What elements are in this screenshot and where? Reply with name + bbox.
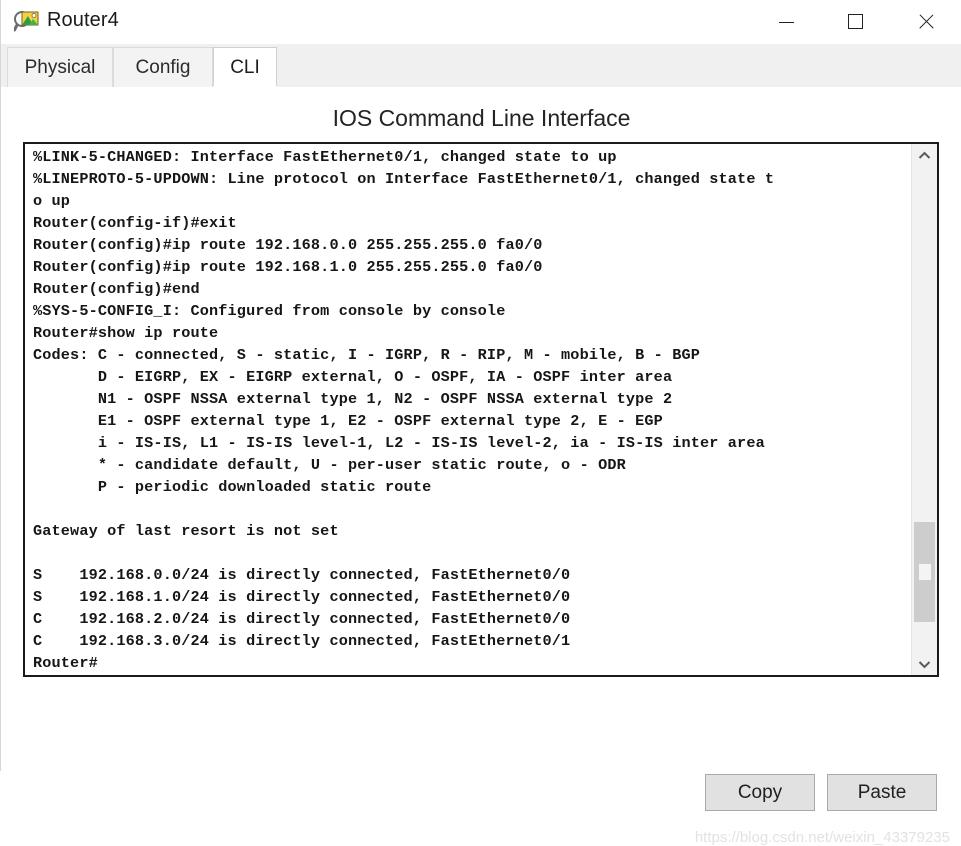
terminal-line: Router# [33, 654, 98, 672]
paste-button[interactable]: Paste [827, 774, 937, 811]
window-title: Router4 [47, 9, 119, 31]
terminal-line: i - IS-IS, L1 - IS-IS level-1, L2 - IS-I… [33, 434, 765, 452]
terminal-line: D - EIGRP, EX - EIGRP external, O - OSPF… [33, 368, 673, 386]
terminal-line: S 192.168.0.0/24 is directly connected, … [33, 566, 571, 584]
active-tab-underlay [213, 86, 277, 88]
terminal-line: C 192.168.3.0/24 is directly connected, … [33, 632, 571, 650]
terminal-line: Router#show ip route [33, 324, 219, 342]
cli-panel: IOS Command Line Interface %LINK-5-CHANG… [1, 87, 961, 846]
copy-button[interactable]: Copy [705, 774, 815, 811]
terminal-frame[interactable]: %LINK-5-CHANGED: Interface FastEthernet0… [23, 142, 939, 677]
title-bar: Router4 [1, 0, 961, 45]
terminal-line: %SYS-5-CONFIG_I: Configured from console… [33, 302, 506, 320]
scroll-down-icon[interactable] [912, 653, 937, 675]
terminal-line: S 192.168.1.0/24 is directly connected, … [33, 588, 571, 606]
close-icon [918, 14, 934, 30]
terminal-line: Router(config-if)#exit [33, 214, 237, 232]
router-cli-window: Router4 Physical Config CLI IOS Command … [0, 0, 961, 846]
terminal-line: * - candidate default, U - per-user stat… [33, 456, 626, 474]
maximize-icon [848, 14, 863, 29]
page-title: IOS Command Line Interface [332, 105, 631, 131]
terminal-line: Gateway of last resort is not set [33, 522, 339, 540]
tab-cli-label: CLI [230, 56, 260, 78]
maximize-button[interactable] [822, 0, 889, 43]
terminal-line: %LINEPROTO-5-UPDOWN: Line protocol on In… [33, 170, 775, 188]
scroll-up-icon[interactable] [912, 144, 937, 166]
router-device-icon [13, 10, 40, 34]
terminal-line: P - periodic downloaded static route [33, 478, 432, 496]
copy-button-label: Copy [737, 781, 783, 803]
paste-button-label: Paste [857, 781, 907, 803]
tab-config-label: Config [135, 56, 191, 78]
minimize-icon [779, 22, 794, 23]
terminal-line: o up [33, 192, 71, 210]
tab-physical-label: Physical [24, 56, 96, 78]
terminal-line: Router(config)#ip route 192.168.1.0 255.… [33, 258, 543, 276]
terminal-line: E1 - OSPF external type 1, E2 - OSPF ext… [33, 412, 663, 430]
minimize-button[interactable] [753, 0, 820, 43]
terminal-line: Codes: C - connected, S - static, I - IG… [33, 346, 701, 364]
tab-physical[interactable]: Physical [7, 47, 113, 87]
terminal-line: Router(config)#end [33, 280, 200, 298]
terminal-line: N1 - OSPF NSSA external type 1, N2 - OSP… [33, 390, 673, 408]
terminal-line: C 192.168.2.0/24 is directly connected, … [33, 610, 571, 628]
terminal-line: Router(config)#ip route 192.168.0.0 255.… [33, 236, 543, 254]
tab-cli[interactable]: CLI [213, 47, 277, 87]
watermark: https://blog.csdn.net/weixin_43379235 [694, 829, 950, 846]
terminal-output[interactable]: %LINK-5-CHANGED: Interface FastEthernet0… [33, 146, 913, 674]
tab-config[interactable]: Config [113, 47, 213, 87]
close-button[interactable] [892, 0, 959, 43]
scrollbar-thumb[interactable] [914, 522, 935, 622]
terminal-scrollbar[interactable] [911, 144, 937, 675]
terminal-line: %LINK-5-CHANGED: Interface FastEthernet0… [33, 148, 617, 166]
scrollbar-grip [919, 564, 931, 580]
tab-strip: Physical Config CLI [1, 44, 961, 88]
